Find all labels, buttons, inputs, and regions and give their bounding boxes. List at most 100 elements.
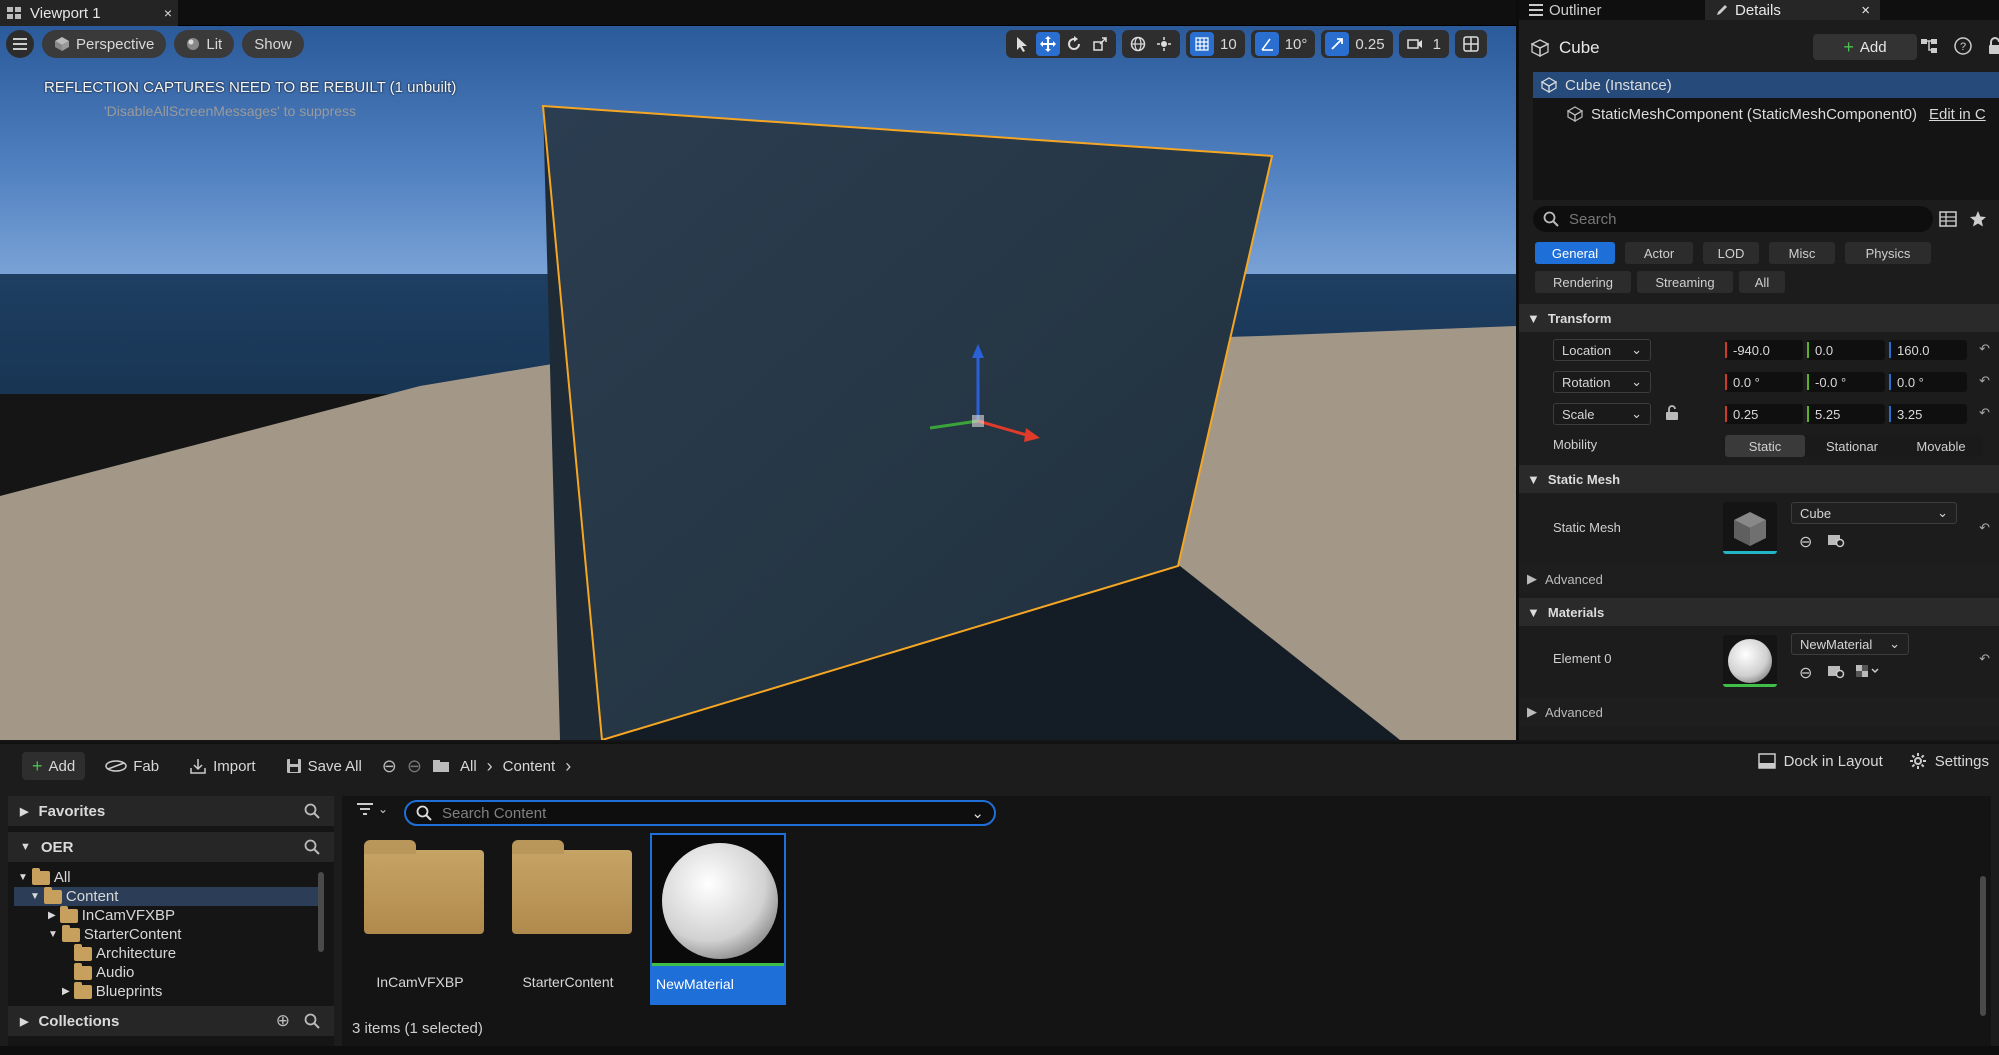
location-x-field[interactable]: -940.0 xyxy=(1725,340,1803,360)
tree-item-content[interactable]: ▼ Content xyxy=(14,886,319,906)
mobility-movable[interactable]: Movable xyxy=(1899,435,1983,457)
scale-snap-value[interactable]: 0.25 xyxy=(1351,36,1388,53)
lock-scale-icon[interactable] xyxy=(1665,405,1679,421)
search-icon[interactable] xyxy=(304,1013,320,1029)
tree-item-audio[interactable]: Audio xyxy=(14,962,319,982)
perspective-button[interactable]: Perspective xyxy=(42,30,167,58)
location-y-field[interactable]: 0.0 xyxy=(1807,340,1885,360)
tree-item-all[interactable]: ▼ All xyxy=(14,867,319,887)
static-mesh-thumbnail[interactable] xyxy=(1723,502,1777,554)
scene-render[interactable] xyxy=(0,26,1516,740)
tree-scrollbar[interactable] xyxy=(318,872,324,952)
lit-button[interactable]: Lit xyxy=(174,30,235,58)
cb-settings-button[interactable]: Settings xyxy=(1909,752,1989,770)
section-static-mesh[interactable]: ▼ Static Mesh xyxy=(1519,465,1999,493)
translate-mode-button[interactable] xyxy=(1036,32,1060,56)
reset-static-mesh-icon[interactable]: ↶ xyxy=(1979,520,1990,536)
chevron-down-icon[interactable]: ⌄ xyxy=(971,804,984,822)
project-header[interactable]: ▼ OER xyxy=(8,832,334,862)
location-z-field[interactable]: 160.0 xyxy=(1889,340,1967,360)
show-button[interactable]: Show xyxy=(242,30,304,58)
details-search-input[interactable]: Search xyxy=(1533,206,1933,232)
level-viewport[interactable] xyxy=(0,26,1516,740)
favorites-header[interactable]: ▶ Favorites xyxy=(8,796,334,826)
tab-outliner[interactable]: Outliner xyxy=(1519,0,1705,20)
material-dropdown[interactable]: NewMaterial ⌄ xyxy=(1791,633,1909,655)
search-content-input[interactable]: Search Content ⌄ xyxy=(404,800,996,826)
section-static-mesh-advanced[interactable]: ▶ Advanced xyxy=(1519,565,1999,593)
viewport-layout-button[interactable] xyxy=(1459,32,1483,56)
add-component-button[interactable]: + Add xyxy=(1813,34,1917,60)
filter-tab-misc[interactable]: Misc xyxy=(1769,242,1835,264)
section-transform[interactable]: ▼ Transform xyxy=(1519,304,1999,332)
history-back-icon[interactable]: ⊖ xyxy=(382,756,397,777)
cb-add-button[interactable]: + Add xyxy=(22,752,86,780)
tree-item-incamvfxbp[interactable]: ▶ InCamVFXBP xyxy=(14,905,319,925)
component-static-mesh[interactable]: StaticMeshComponent (StaticMeshComponent… xyxy=(1533,101,1999,127)
filter-tab-all[interactable]: All xyxy=(1739,271,1785,293)
camera-speed-group[interactable]: 1 xyxy=(1398,30,1449,58)
add-collection-icon[interactable]: ⊕ xyxy=(276,1011,290,1031)
dock-in-layout-button[interactable]: Dock in Layout xyxy=(1757,753,1883,770)
mobility-stationary[interactable]: Stationar xyxy=(1807,435,1897,457)
actor-name[interactable]: Cube xyxy=(1559,38,1600,58)
fab-button[interactable]: Fab xyxy=(95,752,169,780)
section-materials[interactable]: ▼ Materials xyxy=(1519,598,1999,626)
search-icon[interactable] xyxy=(304,839,320,855)
asset-tile-newmaterial[interactable]: NewMaterial xyxy=(650,833,786,1005)
scale-y-field[interactable]: 5.25 xyxy=(1807,404,1885,424)
tree-item-architecture[interactable]: Architecture xyxy=(14,943,319,963)
use-selected-icon[interactable]: ⊖ xyxy=(1799,532,1812,552)
checker-texture-icon[interactable] xyxy=(1855,663,1881,679)
mobility-static[interactable]: Static xyxy=(1725,435,1805,457)
table-view-icon[interactable] xyxy=(1939,210,1957,228)
reset-scale-icon[interactable]: ↶ xyxy=(1979,405,1990,421)
rotation-snap-button[interactable] xyxy=(1254,32,1279,56)
select-mode-button[interactable] xyxy=(1010,32,1034,56)
location-dropdown[interactable]: Location ⌄ xyxy=(1553,339,1651,361)
filter-tab-general[interactable]: General xyxy=(1535,242,1615,264)
search-icon[interactable] xyxy=(304,803,320,819)
rotation-snap-group[interactable]: 10° xyxy=(1250,30,1316,58)
viewport-menu-button[interactable] xyxy=(6,30,34,58)
import-button[interactable]: Import xyxy=(179,752,266,780)
grid-snap-value[interactable]: 10 xyxy=(1216,36,1241,53)
filter-tab-actor[interactable]: Actor xyxy=(1625,242,1693,264)
camera-speed-button[interactable] xyxy=(1403,32,1427,56)
history-forward-icon[interactable]: ⊖ xyxy=(407,756,422,777)
asset-tile-incamvfxbp[interactable]: InCamVFXBP xyxy=(356,836,484,1004)
scale-x-field[interactable]: 0.25 xyxy=(1725,404,1803,424)
asset-scrollbar[interactable] xyxy=(1980,876,1986,1016)
path-all[interactable]: All xyxy=(460,758,477,775)
tab-viewport-1[interactable]: Viewport 1 × xyxy=(0,0,178,26)
rotation-y-field[interactable]: -0.0 ° xyxy=(1807,372,1885,392)
help-icon[interactable]: ? xyxy=(1953,36,1973,56)
browse-asset-icon[interactable] xyxy=(1827,532,1845,548)
asset-tile-startercontent[interactable]: StarterContent xyxy=(504,836,632,1004)
star-icon[interactable] xyxy=(1969,210,1987,228)
tab-details[interactable]: Details × xyxy=(1705,0,1880,20)
path-separator-icon[interactable]: › xyxy=(487,756,493,777)
rotate-mode-button[interactable] xyxy=(1062,32,1086,56)
use-selected-material-icon[interactable]: ⊖ xyxy=(1799,663,1812,683)
tree-item-startercontent[interactable]: ▼ StarterContent xyxy=(14,924,319,944)
rotation-dropdown[interactable]: Rotation ⌄ xyxy=(1553,371,1651,393)
blueprint-icon[interactable] xyxy=(1919,36,1939,56)
rotation-z-field[interactable]: 0.0 ° xyxy=(1889,372,1967,392)
scale-z-field[interactable]: 3.25 xyxy=(1889,404,1967,424)
lock-icon[interactable] xyxy=(1987,36,1999,56)
scale-mode-button[interactable] xyxy=(1088,32,1112,56)
component-root[interactable]: Cube (Instance) xyxy=(1533,72,1999,98)
camera-speed-value[interactable]: 1 xyxy=(1429,36,1445,53)
close-details-icon[interactable]: × xyxy=(1861,2,1870,19)
browse-material-icon[interactable] xyxy=(1827,663,1845,679)
reset-location-icon[interactable]: ↶ xyxy=(1979,341,1990,357)
static-mesh-dropdown[interactable]: Cube ⌄ xyxy=(1791,502,1957,524)
save-all-button[interactable]: Save All xyxy=(276,752,372,780)
filter-tab-physics[interactable]: Physics xyxy=(1845,242,1931,264)
grid-snap-button[interactable] xyxy=(1190,32,1214,56)
filter-dropdown-button[interactable]: ⌄ xyxy=(356,802,388,816)
collections-header[interactable]: ▶ Collections ⊕ xyxy=(8,1006,334,1036)
filter-tab-lod[interactable]: LOD xyxy=(1703,242,1759,264)
scale-snap-button[interactable] xyxy=(1325,32,1350,56)
